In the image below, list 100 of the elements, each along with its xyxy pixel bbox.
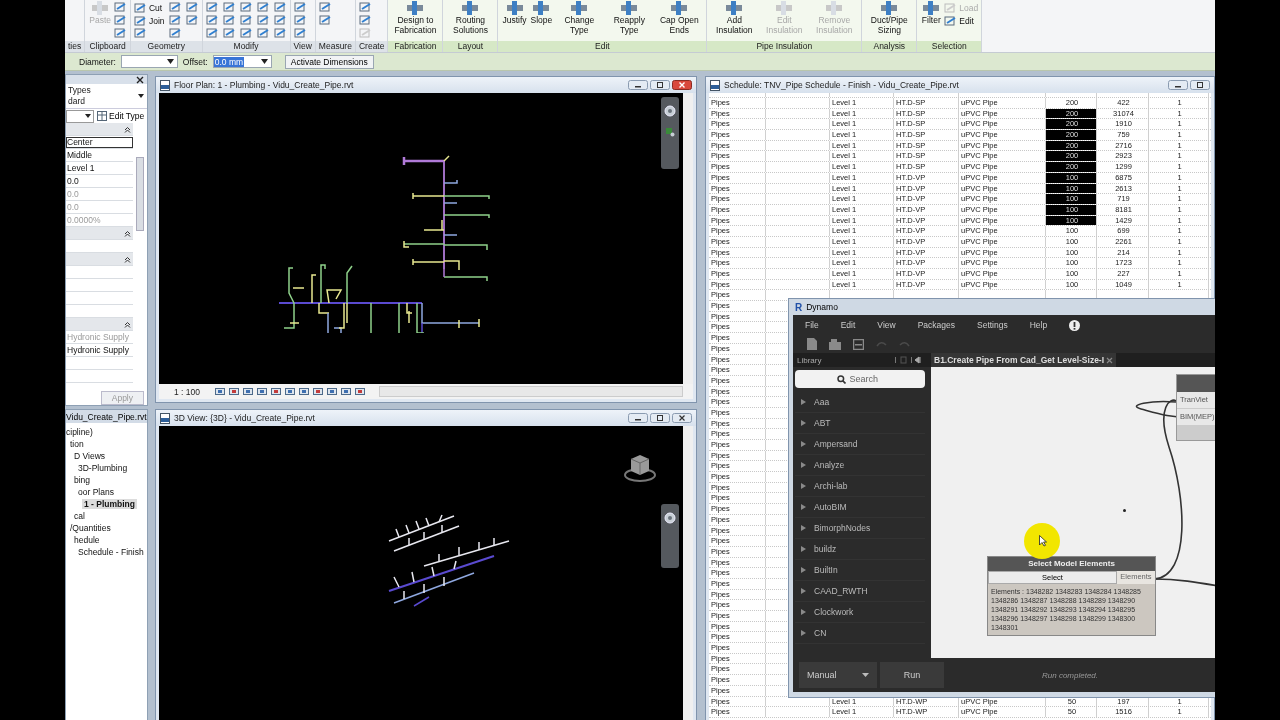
menu-item[interactable]: Edit: [840, 320, 856, 330]
navigation-bar[interactable]: [661, 504, 679, 568]
filter-dropdown[interactable]: [66, 109, 94, 123]
tool-icon[interactable]: [318, 2, 332, 13]
tool-icon[interactable]: [944, 15, 958, 27]
restore-button[interactable]: [650, 413, 670, 423]
ribbon-button[interactable]: Change Type: [555, 0, 604, 35]
minimize-button[interactable]: [628, 80, 648, 90]
view-control-icon[interactable]: [341, 387, 352, 396]
view-control-icon[interactable]: [229, 387, 240, 396]
wheel-icon[interactable]: [664, 512, 676, 524]
navigation-bar[interactable]: [661, 97, 679, 169]
ribbon-button[interactable]: Cut: [134, 2, 165, 14]
tree-item[interactable]: oor Plans: [78, 487, 114, 497]
tool-icon[interactable]: [293, 2, 307, 13]
view-control-icon[interactable]: [313, 387, 324, 396]
ribbon-button[interactable]: Justify: [501, 0, 528, 26]
menu-item[interactable]: File: [805, 320, 819, 330]
close-icon[interactable]: [136, 75, 144, 84]
ribbon-button[interactable]: Routing Solutions: [446, 0, 495, 35]
diameter-dropdown[interactable]: [120, 55, 178, 68]
tree-item[interactable]: hedule: [74, 535, 100, 545]
tool-icon[interactable]: [273, 15, 287, 26]
library-item[interactable]: BuiltIn: [795, 560, 925, 581]
tree-item[interactable]: Schedule - Finish: [78, 547, 144, 557]
property-value[interactable]: Hydronic Supply: [66, 344, 133, 356]
tool-icon[interactable]: [222, 15, 236, 26]
tool-icon[interactable]: [205, 15, 219, 26]
tool-icon[interactable]: [114, 15, 127, 26]
tool-icon[interactable]: [168, 2, 182, 13]
tool-icon[interactable]: [256, 28, 270, 39]
library-item[interactable]: Aaa: [795, 392, 925, 413]
tool-icon[interactable]: [168, 15, 182, 26]
scrollbar[interactable]: [683, 93, 693, 384]
tree-item[interactable]: /Quantities: [70, 523, 111, 533]
ribbon-button[interactable]: Duct/Pipe Sizing: [865, 0, 914, 35]
ribbon-button[interactable]: Slope: [529, 0, 554, 26]
tool-icon[interactable]: [239, 15, 253, 26]
collapse-icon[interactable]: [124, 320, 131, 328]
save-icon[interactable]: [853, 338, 864, 350]
edit-type-button[interactable]: Edit Type: [97, 111, 145, 122]
tool-icon[interactable]: [239, 28, 253, 39]
ribbon-button[interactable]: Reapply Type: [605, 0, 654, 35]
collapse-icon[interactable]: [124, 229, 131, 237]
tool-icon[interactable]: [293, 28, 307, 39]
library-item[interactable]: CN: [795, 623, 925, 644]
tool-icon[interactable]: [114, 28, 127, 39]
library-item[interactable]: CAAD_RWTH: [795, 581, 925, 602]
library-item[interactable]: Archi-lab: [795, 476, 925, 497]
open-icon[interactable]: [829, 338, 841, 350]
tool-icon[interactable]: [185, 15, 199, 26]
tool-icon[interactable]: [205, 28, 219, 39]
tool-icon[interactable]: [222, 28, 236, 39]
tool-icon[interactable]: [134, 28, 147, 39]
tool-icon[interactable]: [168, 28, 182, 39]
run-button[interactable]: Run: [880, 662, 944, 688]
tree-item[interactable]: cipline): [66, 427, 93, 437]
library-item[interactable]: Clockwork: [795, 602, 925, 623]
tree-item[interactable]: D Views: [74, 451, 106, 461]
tool-icon[interactable]: [256, 2, 270, 13]
property-value[interactable]: Middle: [66, 149, 133, 161]
tool-icon[interactable]: [239, 2, 253, 13]
tree-item[interactable]: bing: [74, 475, 91, 485]
library-item[interactable]: ABT: [795, 413, 925, 434]
ribbon-button[interactable]: Cap Open Ends: [655, 0, 704, 35]
library-view-icons[interactable]: [893, 356, 923, 364]
scrollbar[interactable]: [683, 426, 693, 720]
tool-icon[interactable]: [222, 2, 236, 13]
tool-icon[interactable]: [273, 2, 287, 13]
view-control-icon[interactable]: [327, 387, 338, 396]
view-control-icon[interactable]: [299, 387, 310, 396]
tool-icon[interactable]: [134, 15, 147, 27]
offset-field[interactable]: 0.0 mm: [212, 55, 272, 68]
property-value[interactable]: Center: [66, 136, 133, 148]
ribbon-button[interactable]: Add Insulation: [710, 0, 759, 35]
library-item[interactable]: Ampersand: [795, 434, 925, 455]
tool-icon[interactable]: [273, 28, 287, 39]
tree-item[interactable]: tion: [70, 439, 84, 449]
view-control-icon[interactable]: [355, 387, 366, 396]
tool-icon[interactable]: [318, 15, 332, 26]
search-field[interactable]: Search: [849, 372, 884, 386]
ribbon-button[interactable]: Design to Fabrication: [391, 0, 440, 35]
tool-icon[interactable]: [293, 15, 307, 26]
minimize-button[interactable]: [1168, 80, 1188, 90]
view-control-icon[interactable]: [243, 387, 254, 396]
wheel-icon[interactable]: [664, 105, 676, 117]
restore-button[interactable]: [650, 80, 670, 90]
scrollbar[interactable]: [136, 157, 144, 231]
tree-item[interactable]: 3D-Plumbing: [78, 463, 128, 473]
tree-item[interactable]: cal: [74, 511, 85, 521]
library-item[interactable]: Analyze: [795, 455, 925, 476]
tool-icon[interactable]: [358, 15, 372, 26]
view-control-icon[interactable]: [215, 387, 226, 396]
property-value[interactable]: 0.0: [66, 175, 133, 187]
menu-item[interactable]: Help: [1029, 320, 1048, 330]
menu-item[interactable]: Packages: [917, 320, 955, 330]
library-item[interactable]: buildz: [795, 539, 925, 560]
run-mode-dropdown[interactable]: Manual: [799, 662, 877, 688]
library-item[interactable]: BimorphNodes: [795, 518, 925, 539]
tool-icon[interactable]: [185, 2, 199, 13]
